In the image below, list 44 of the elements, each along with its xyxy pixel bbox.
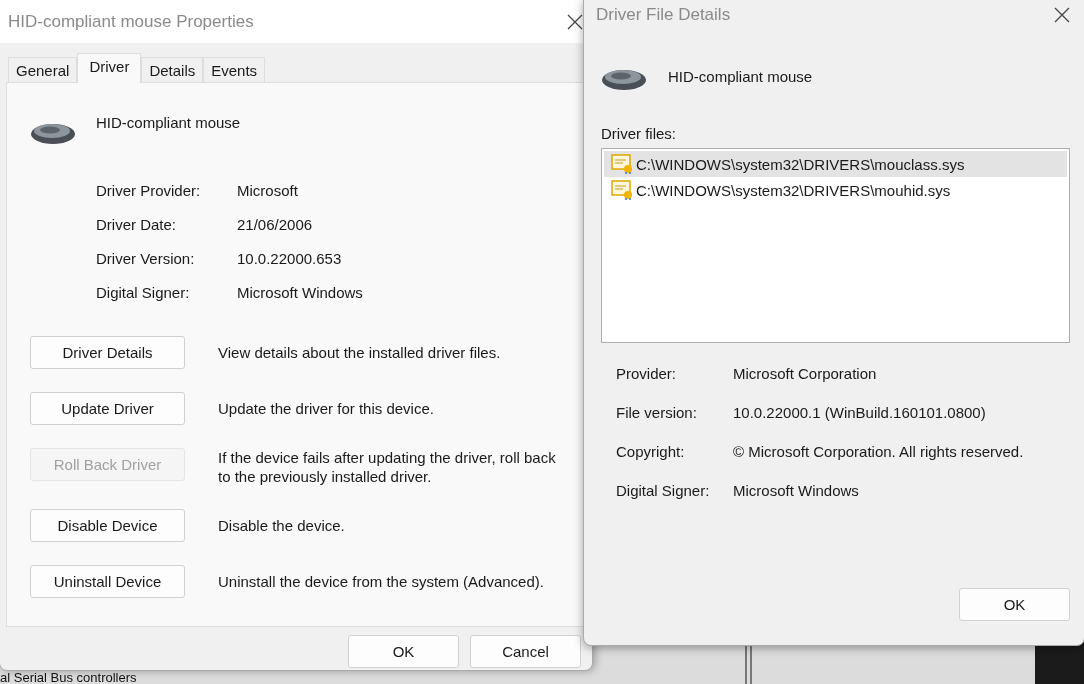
info-value: Microsoft	[237, 181, 299, 200]
window-title: HID-compliant mouse Properties	[8, 11, 254, 32]
tab[interactable]: Events	[203, 57, 266, 82]
info-label: Driver Provider:	[96, 181, 202, 200]
action-button[interactable]: Update Driver	[30, 392, 185, 425]
info-label: Digital Signer:	[96, 283, 191, 302]
device-name: HID-compliant mouse	[668, 67, 813, 85]
certificate-file-icon	[611, 180, 633, 200]
close-icon[interactable]	[1054, 7, 1070, 23]
info-label: Provider:	[616, 364, 678, 383]
info-value: Microsoft Corporation	[733, 364, 878, 383]
tree-item[interactable]: al Serial Bus controllers	[0, 672, 137, 684]
info-label: Driver Date:	[96, 215, 178, 234]
info-value: 10.0.22000.653	[237, 249, 343, 268]
close-icon[interactable]	[567, 13, 583, 30]
action-button[interactable]: Disable Device	[30, 509, 185, 542]
info-value: Microsoft Windows	[237, 283, 364, 302]
window-title: Driver File Details	[596, 5, 731, 25]
info-value: © Microsoft Corporation. All rights reserved.	[733, 442, 1025, 461]
tab[interactable]: Details	[141, 57, 204, 82]
action-description: Update the driver for this device.	[218, 399, 435, 418]
certificate-file-icon	[611, 154, 633, 174]
tab[interactable]: Driver	[77, 53, 142, 83]
file-item[interactable]: C:\WINDOWS\system32\DRIVERS\mouclass.sys	[604, 151, 1067, 177]
info-label: Copyright:	[616, 442, 686, 461]
info-value: Microsoft Windows	[733, 481, 860, 500]
info-value: 10.0.22000.1 (WinBuild.160101.0800)	[733, 403, 987, 422]
dialog-button[interactable]: Cancel	[470, 635, 581, 668]
info-label: Driver Version:	[96, 249, 196, 268]
info-value: 21/06/2006	[237, 215, 314, 234]
info-label: File version:	[616, 403, 698, 422]
device-name: HID-compliant mouse	[96, 114, 241, 131]
tab[interactable]: General	[8, 57, 78, 82]
dialog-button[interactable]: OK	[348, 635, 459, 668]
action-description: If the device fails after updating the driver, roll back to the previously installed driver.	[218, 448, 557, 486]
action-description: Disable the device.	[218, 516, 346, 535]
files-label: Driver files:	[601, 125, 677, 142]
action-description: View details about the installed driver files.	[218, 343, 502, 362]
action-description: Uninstall the device from the system (Advanced).	[218, 572, 545, 591]
info-label: Digital Signer:	[616, 481, 711, 500]
action-button[interactable]: Uninstall Device	[30, 565, 185, 598]
ok-button[interactable]: OK	[959, 588, 1070, 621]
file-item[interactable]: C:\WINDOWS\system32\DRIVERS\mouhid.sys	[604, 177, 1067, 203]
action-button[interactable]: Driver Details	[30, 336, 185, 369]
